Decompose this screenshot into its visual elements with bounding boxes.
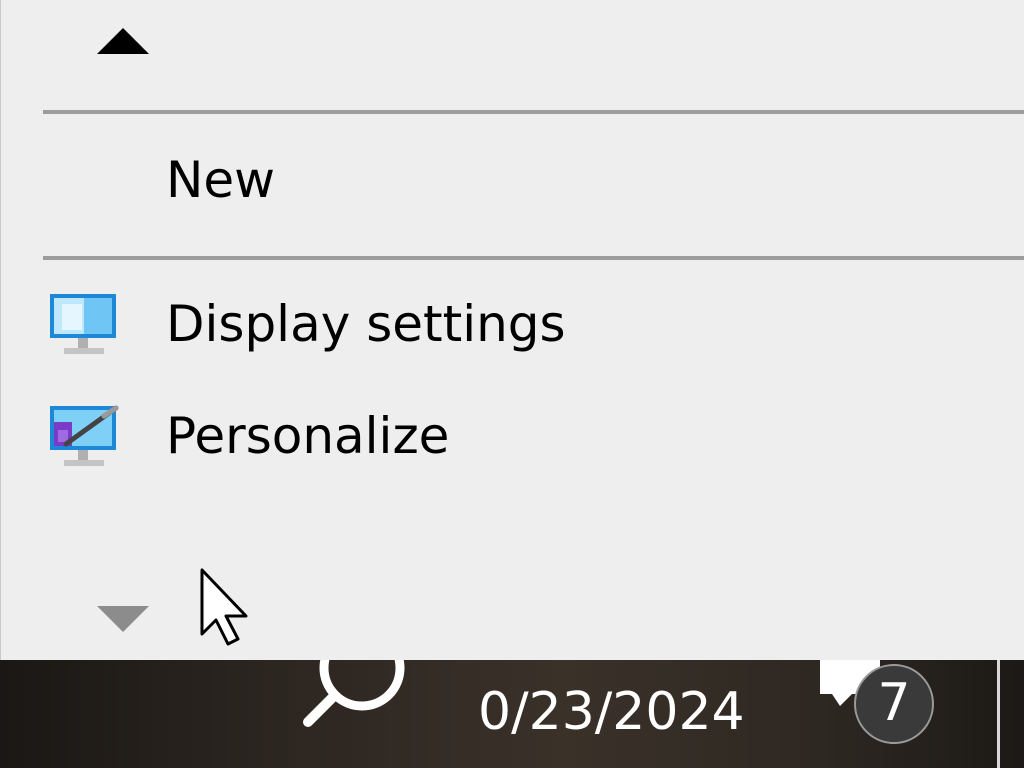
menu-item-label: Display settings	[166, 295, 566, 353]
menu-item-label: Personalize	[166, 407, 450, 465]
triangle-down-icon[interactable]	[97, 606, 149, 632]
menu-item-new[interactable]: New	[2, 132, 1024, 228]
menu-item-personalize[interactable]: Personalize	[2, 388, 1024, 484]
desktop-context-menu: New Display settings Personalize	[0, 0, 1024, 660]
mouse-pointer-icon	[200, 568, 248, 646]
triangle-up-icon[interactable]	[97, 28, 149, 54]
menu-item-display-settings[interactable]: Display settings	[2, 276, 1024, 372]
show-desktop-divider[interactable]	[997, 660, 1000, 768]
menu-separator	[43, 110, 1024, 114]
search-icon	[303, 625, 405, 727]
menu-item-label: New	[166, 151, 276, 209]
search-button[interactable]	[300, 625, 420, 732]
personalize-icon	[50, 405, 119, 466]
taskbar-date[interactable]: 0/23/2024	[478, 682, 745, 742]
menu-separator	[43, 256, 1024, 260]
display-settings-icon	[50, 294, 116, 354]
notification-count-badge: 7	[854, 664, 934, 744]
